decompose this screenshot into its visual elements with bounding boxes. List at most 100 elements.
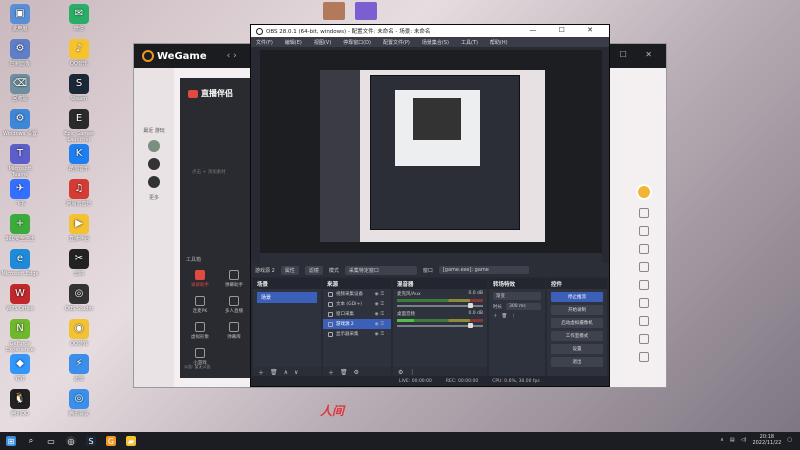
- control-button[interactable]: 开始录制: [551, 305, 603, 315]
- live-tool[interactable]: 虚拟形象: [186, 322, 214, 340]
- remove-icon[interactable]: 🗑: [340, 369, 348, 376]
- menu-item[interactable]: 场景集合(S): [422, 39, 449, 46]
- menu-item[interactable]: 配置文件(P): [383, 39, 410, 46]
- slider-handle[interactable]: [468, 323, 473, 328]
- control-button[interactable]: 设置: [551, 344, 603, 354]
- add-icon[interactable]: ＋: [493, 313, 498, 319]
- desktop-icon[interactable]: K 酷狗音乐: [60, 144, 98, 172]
- control-button[interactable]: 启动虚拟摄像机: [551, 318, 603, 328]
- trophy-icon[interactable]: [639, 244, 649, 254]
- desktop-icon[interactable]: ⚙ Windows 设置: [1, 109, 39, 137]
- desktop-icon[interactable]: ⌫ 回收站: [1, 74, 39, 102]
- cart-icon[interactable]: [639, 334, 649, 344]
- app-icon-obs[interactable]: ◎: [66, 436, 76, 446]
- control-button[interactable]: 退出: [551, 357, 603, 367]
- source-row[interactable]: 窗口采集 ◉⚿: [323, 309, 391, 319]
- obs-window[interactable]: OBS 28.0.1 (64-bit, windows) - 配置文件: 未命名…: [250, 24, 610, 387]
- window-select[interactable]: [game.exe]: game: [438, 266, 529, 274]
- desktop-icon[interactable]: ▶ 直播伴侣: [60, 214, 98, 242]
- up-icon[interactable]: ∧: [284, 369, 288, 376]
- app-icon-wegame[interactable]: G: [106, 436, 116, 446]
- live-tool[interactable]: 弹幕助手: [220, 270, 248, 288]
- desktop-icon[interactable]: ♫ 网易云音乐: [60, 179, 98, 207]
- mode-select[interactable]: 采集特定窗口: [344, 265, 417, 275]
- gem-icon[interactable]: [639, 298, 649, 308]
- live-tool[interactable]: 录屏助手: [186, 270, 214, 288]
- visibility-lock-icon[interactable]: ◉⚿: [375, 301, 386, 307]
- desktop-icon[interactable]: ⚡ 迅雷: [60, 354, 98, 382]
- notification-icon[interactable]: ▢: [787, 437, 792, 443]
- scene-item[interactable]: 场景: [257, 292, 317, 303]
- control-button[interactable]: 工作室模式: [551, 331, 603, 341]
- wegame-nav-arrows[interactable]: ‹ ›: [227, 51, 237, 61]
- menu-item[interactable]: 视图(V): [314, 39, 331, 46]
- desktop-icon[interactable]: E Epic Games Launcher: [60, 109, 98, 143]
- desktop-icon[interactable]: e Microsoft Edge: [1, 249, 39, 277]
- desktop-icon[interactable]: ◎ OBS Studio: [60, 284, 98, 312]
- bag-icon[interactable]: [639, 280, 649, 290]
- monitor-icon[interactable]: [639, 352, 649, 362]
- user-avatar[interactable]: [636, 184, 652, 200]
- app-icon-steam[interactable]: S: [86, 436, 96, 446]
- chevron-up-icon[interactable]: ∧: [720, 437, 724, 443]
- filters-button[interactable]: 滤镜: [304, 265, 323, 275]
- source-row[interactable]: 视频采集设备 ◉⚿: [323, 289, 391, 299]
- desktop-icon[interactable]: T Microsoft Teams: [1, 144, 39, 178]
- volume-slider[interactable]: [397, 323, 483, 328]
- desktop-icon[interactable]: W WPS Office: [1, 284, 39, 312]
- gear-icon[interactable]: ⚙: [354, 369, 359, 376]
- remove-icon[interactable]: 🗑: [502, 314, 508, 319]
- recent-game-avatar[interactable]: [148, 176, 160, 188]
- desktop-icon[interactable]: N GeForce Experience: [1, 319, 39, 353]
- chart-icon[interactable]: [639, 316, 649, 326]
- desktop-icon[interactable]: ✉ 微信: [60, 4, 98, 32]
- gear-icon[interactable]: ⚙: [398, 369, 403, 376]
- menu-item[interactable]: 工具(T): [461, 39, 478, 46]
- gift-icon[interactable]: [639, 226, 649, 236]
- desktop-icon[interactable]: S Steam: [60, 74, 98, 102]
- network-icon[interactable]: ▤: [730, 437, 735, 443]
- volume-slider[interactable]: [397, 303, 483, 308]
- obs-preview[interactable]: [260, 50, 602, 263]
- menu-item[interactable]: 文件(F): [256, 39, 273, 46]
- desktop-icon[interactable]: ✂ 剪映: [60, 249, 98, 277]
- desktop-icon[interactable]: +360安全卫士: [1, 214, 39, 242]
- task-view-icon[interactable]: ▭: [46, 436, 56, 446]
- desktop-icon[interactable]: ⚙ 控制面板: [1, 39, 39, 67]
- visibility-lock-icon[interactable]: ◉⚿: [375, 321, 386, 327]
- window-controls[interactable]: — ☐ ✕: [529, 26, 603, 34]
- game-icon[interactable]: [639, 208, 649, 218]
- live-tool[interactable]: 多人直播: [220, 296, 248, 314]
- menu-item[interactable]: 帮助(H): [490, 39, 508, 46]
- desktop-icon[interactable]: ◎ 腾讯会议: [60, 389, 98, 417]
- visibility-lock-icon[interactable]: ◉⚿: [375, 311, 386, 317]
- more-link[interactable]: 更多: [134, 194, 174, 201]
- menu-icon[interactable]: ⋮: [511, 314, 516, 319]
- properties-button[interactable]: 属性: [280, 265, 299, 275]
- visibility-lock-icon[interactable]: ◉⚿: [375, 331, 386, 337]
- start-icon[interactable]: ⊞: [6, 436, 16, 446]
- volume-icon[interactable]: ◁): [741, 437, 747, 443]
- desktop-icon[interactable]: ▣ 此电脑: [1, 4, 39, 32]
- live-tool[interactable]: 弹幕库: [220, 322, 248, 340]
- down-icon[interactable]: ∨: [294, 369, 298, 376]
- clock[interactable]: 20:18 2022/11/22: [752, 434, 781, 446]
- live-tool[interactable]: 连麦PK: [186, 296, 214, 314]
- app-icon-folder[interactable]: ▰: [126, 436, 136, 446]
- menu-item[interactable]: 停靠窗口(D): [343, 39, 371, 46]
- desktop-icon[interactable]: ♪ QQ音乐: [60, 39, 98, 67]
- duration-input[interactable]: 300 ms: [506, 303, 541, 310]
- desktop-icon[interactable]: ◉ QQ游戏: [60, 319, 98, 347]
- search-icon[interactable]: ⌕: [26, 436, 36, 446]
- desktop-icon[interactable]: ✈ 飞书: [1, 179, 39, 207]
- visibility-lock-icon[interactable]: ◉⚿: [375, 291, 386, 297]
- compass-icon[interactable]: [639, 262, 649, 272]
- remove-icon[interactable]: 🗑: [270, 369, 278, 376]
- source-row[interactable]: 显示器采集 ◉⚿: [323, 329, 391, 339]
- source-row[interactable]: 游戏源 2 ◉⚿: [323, 319, 391, 329]
- transition-type-select[interactable]: 渐变: [493, 292, 541, 300]
- menu-icon[interactable]: ⋮: [409, 369, 415, 376]
- desktop-icon[interactable]: 🐧 腾讯QQ: [1, 389, 39, 417]
- slider-handle[interactable]: [468, 303, 473, 308]
- menu-item[interactable]: 编辑(E): [285, 39, 302, 46]
